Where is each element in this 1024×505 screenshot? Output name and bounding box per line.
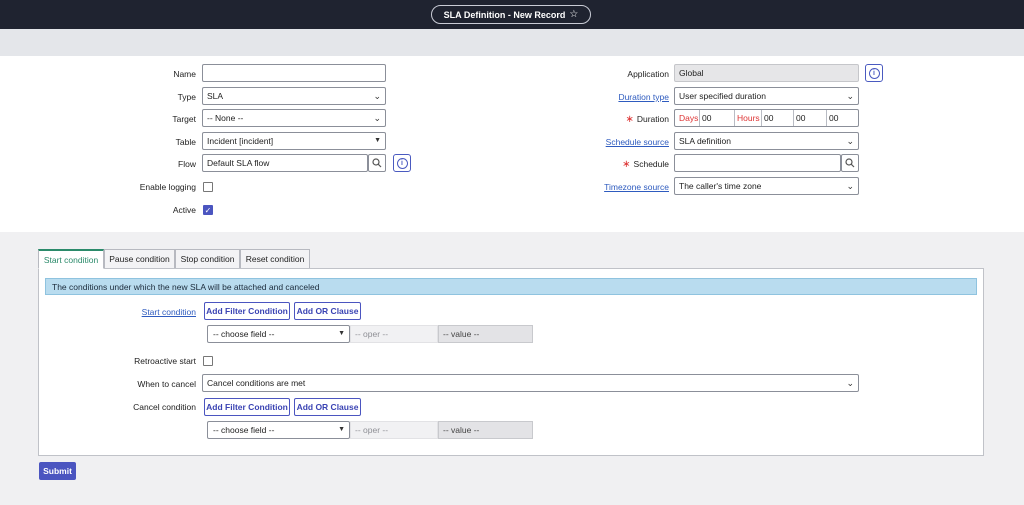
star-icon[interactable]: ☆ bbox=[569, 9, 578, 20]
caret-down-icon: ▼ bbox=[338, 330, 345, 337]
cancel-condition-label: Cancel condition bbox=[133, 402, 196, 412]
add-or-clause-button[interactable]: Add OR Clause bbox=[294, 302, 361, 320]
caret-down-icon: ▼ bbox=[374, 137, 381, 144]
application-info-button[interactable]: i bbox=[865, 64, 883, 82]
info-icon: i bbox=[396, 157, 408, 169]
schedule-input[interactable] bbox=[674, 154, 841, 172]
submit-button[interactable]: Submit bbox=[39, 462, 76, 480]
required-asterisk-icon: ∗ bbox=[625, 114, 634, 125]
divider bbox=[734, 110, 735, 126]
form-toolbar bbox=[0, 29, 1024, 56]
type-select[interactable]: SLA ⌄ bbox=[202, 87, 386, 105]
info-banner: The conditions under which the new SLA w… bbox=[45, 278, 977, 295]
cancel-value-field[interactable]: -- value -- bbox=[438, 421, 533, 439]
application-label: Application bbox=[627, 69, 669, 79]
schedule-label: ∗ Schedule bbox=[622, 159, 669, 170]
flow-input[interactable]: Default SLA flow bbox=[202, 154, 368, 172]
name-label: Name bbox=[173, 69, 196, 79]
choose-field-select[interactable]: -- choose field -- ▼ bbox=[207, 325, 350, 343]
timezone-source-link[interactable]: Timezone source bbox=[604, 182, 669, 192]
tab-stop-condition[interactable]: Stop condition bbox=[175, 249, 240, 269]
target-select[interactable]: -- None -- ⌄ bbox=[202, 109, 386, 127]
name-input[interactable] bbox=[202, 64, 386, 82]
application-field: Global bbox=[674, 64, 859, 82]
duration-label: ∗ Duration bbox=[625, 114, 669, 125]
top-header-bar: SLA Definition - New Record ☆ bbox=[0, 0, 1024, 29]
retroactive-start-label: Retroactive start bbox=[134, 356, 196, 366]
schedule-source-link[interactable]: Schedule source bbox=[606, 137, 669, 147]
active-checkbox[interactable]: ✓ bbox=[203, 205, 213, 215]
table-label: Table bbox=[175, 137, 196, 147]
when-to-cancel-select[interactable]: Cancel conditions are met ⌄ bbox=[202, 374, 859, 392]
flow-label: Flow bbox=[178, 159, 196, 169]
check-icon: ✓ bbox=[204, 206, 212, 215]
table-select[interactable]: Incident [incident] ▼ bbox=[202, 132, 386, 150]
operator-select[interactable]: -- oper -- bbox=[350, 325, 438, 343]
required-asterisk-icon: ∗ bbox=[622, 159, 631, 170]
divider bbox=[826, 110, 827, 126]
chevron-down-icon: ⌄ bbox=[846, 136, 854, 146]
cancel-add-or-clause-button[interactable]: Add OR Clause bbox=[294, 398, 361, 416]
active-label: Active bbox=[172, 205, 196, 215]
cancel-choose-field-select[interactable]: -- choose field -- ▼ bbox=[207, 421, 350, 439]
retroactive-start-checkbox[interactable] bbox=[203, 356, 213, 366]
enable-logging-checkbox[interactable] bbox=[203, 182, 213, 192]
when-to-cancel-label: When to cancel bbox=[137, 379, 196, 389]
divider bbox=[699, 110, 700, 126]
duration-input[interactable]: Days 00 Hours 00 00 00 bbox=[674, 109, 859, 127]
flow-lookup-button[interactable] bbox=[368, 154, 386, 172]
target-label: Target bbox=[172, 114, 196, 124]
chevron-down-icon: ⌄ bbox=[373, 91, 381, 101]
duration-type-select[interactable]: User specified duration ⌄ bbox=[674, 87, 859, 105]
add-filter-condition-button[interactable]: Add Filter Condition bbox=[204, 302, 290, 320]
divider bbox=[761, 110, 762, 126]
start-condition-link[interactable]: Start condition bbox=[142, 307, 196, 317]
search-icon bbox=[845, 158, 855, 168]
flow-info-button[interactable]: i bbox=[393, 154, 411, 172]
form-main-section bbox=[0, 56, 1024, 232]
divider bbox=[793, 110, 794, 126]
cancel-operator-select[interactable]: -- oper -- bbox=[350, 421, 438, 439]
caret-down-icon: ▼ bbox=[338, 426, 345, 433]
chevron-down-icon: ⌄ bbox=[846, 378, 854, 388]
duration-hours-label: Hours bbox=[737, 113, 760, 123]
cancel-add-filter-condition-button[interactable]: Add Filter Condition bbox=[204, 398, 290, 416]
value-field[interactable]: -- value -- bbox=[438, 325, 533, 343]
duration-seconds-value[interactable]: 00 bbox=[829, 110, 838, 126]
duration-days-label: Days bbox=[679, 113, 699, 123]
info-icon: i bbox=[868, 67, 880, 79]
chevron-down-icon: ⌄ bbox=[846, 181, 854, 191]
schedule-lookup-button[interactable] bbox=[841, 154, 859, 172]
record-title-pill[interactable]: SLA Definition - New Record ☆ bbox=[431, 5, 591, 24]
enable-logging-label: Enable logging bbox=[139, 182, 196, 192]
record-title: SLA Definition - New Record bbox=[443, 9, 566, 20]
timezone-source-select[interactable]: The caller's time zone ⌄ bbox=[674, 177, 859, 195]
duration-minutes-value[interactable]: 00 bbox=[796, 110, 805, 126]
search-icon bbox=[372, 158, 382, 168]
duration-days-value[interactable]: 00 bbox=[702, 110, 711, 126]
type-label: Type bbox=[177, 92, 196, 102]
schedule-source-select[interactable]: SLA definition ⌄ bbox=[674, 132, 859, 150]
duration-hours-value[interactable]: 00 bbox=[764, 110, 773, 126]
chevron-down-icon: ⌄ bbox=[373, 113, 381, 123]
duration-type-link[interactable]: Duration type bbox=[618, 92, 669, 102]
tab-pause-condition[interactable]: Pause condition bbox=[104, 249, 175, 269]
chevron-down-icon: ⌄ bbox=[846, 91, 854, 101]
tab-start-condition[interactable]: Start condition bbox=[38, 249, 104, 269]
tab-reset-condition[interactable]: Reset condition bbox=[240, 249, 310, 269]
